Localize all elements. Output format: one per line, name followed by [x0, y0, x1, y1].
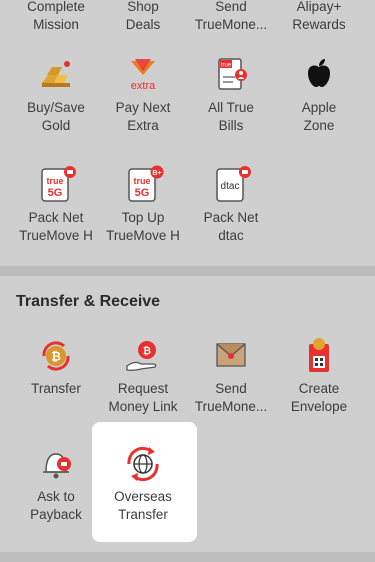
true5g-topup-icon: true 5G B+	[128, 165, 164, 202]
transfer-section-title: Transfer & Receive	[16, 293, 161, 310]
true5g-sim-text: true	[46, 176, 63, 186]
svg-text:₿: ₿	[51, 350, 61, 364]
shop-deals-item[interactable]: Shop Deals	[99, 0, 187, 34]
bottom-divider	[0, 552, 375, 562]
top-up-truemove-item[interactable]: true 5G B+ Top Up TrueMove H	[99, 165, 187, 245]
pack-net-truemove-item[interactable]: true 5G Pack Net TrueMove H	[12, 165, 100, 245]
dtac-sim-icon: dtac	[216, 166, 251, 202]
pack-net-dtac-label: Pack Net dtac	[203, 210, 259, 243]
extra-logo-text: extra	[131, 80, 156, 92]
send-truemoney-envelope-label: Send TrueMone...	[194, 381, 268, 414]
pay-next-extra-item[interactable]: extra Pay Next Extra	[99, 55, 187, 135]
request-money-link-item[interactable]: ₿ Request Money Link	[99, 336, 187, 416]
send-truemoney-item[interactable]: Send TrueMone...	[187, 0, 275, 34]
send-truemoney-envelope-item[interactable]: Send TrueMone...	[187, 336, 275, 416]
true5g-topup-text: true	[133, 176, 150, 186]
ask-to-payback-label: Ask to Payback	[30, 489, 82, 522]
create-envelope-item[interactable]: Create Envelope	[275, 336, 363, 416]
shop-deals-label: Shop Deals	[125, 0, 161, 32]
bill-icon: true	[218, 58, 247, 90]
transfer-label: Transfer	[31, 381, 81, 396]
dtac-sim-text: dtac	[221, 181, 240, 192]
coin-transfer-icon: ₿	[42, 341, 70, 371]
top-up-truemove-label: Top Up TrueMove H	[106, 210, 180, 243]
pack-net-dtac-item[interactable]: dtac Pack Net dtac	[187, 165, 275, 245]
true5g-topup-sub: 5G	[135, 187, 150, 199]
pack-net-truemove-label: Pack Net TrueMove H	[19, 210, 93, 243]
alipay-rewards-label: Alipay+ Rewards	[292, 0, 346, 32]
complete-mission-label: Complete Mission	[27, 0, 85, 32]
request-money-link-label: Request Money Link	[108, 381, 178, 414]
overseas-transfer-label: Overseas Transfer	[114, 489, 172, 522]
complete-mission-item[interactable]: Complete Mission	[12, 0, 100, 34]
buy-save-gold-item[interactable]: Buy/Save Gold	[12, 55, 100, 135]
bill-icon-text: true	[221, 63, 232, 69]
topup-badge-text: B+	[152, 170, 161, 177]
red-envelope-icon	[309, 338, 329, 372]
globe-transfer-icon	[127, 446, 159, 482]
svg-text:₿: ₿	[143, 345, 151, 357]
create-envelope-label: Create Envelope	[290, 381, 348, 414]
apple-zone-label: Apple Zone	[301, 100, 337, 133]
overseas-transfer-item[interactable]: Overseas Transfer	[99, 444, 187, 524]
apple-icon	[308, 59, 330, 87]
buy-save-gold-label: Buy/Save Gold	[27, 100, 85, 133]
apple-zone-item[interactable]: Apple Zone	[275, 55, 363, 135]
all-true-bills-label: All True Bills	[208, 100, 254, 133]
section-divider	[0, 266, 375, 276]
alipay-rewards-item[interactable]: Alipay+ Rewards	[275, 0, 363, 34]
payback-bell-icon	[43, 453, 71, 479]
extra-logo-icon: extra	[131, 59, 156, 92]
true5g-sim-icon: true 5G	[41, 166, 76, 202]
request-money-icon: ₿	[126, 341, 157, 371]
all-true-bills-item[interactable]: true All True Bills	[187, 55, 275, 135]
send-truemoney-label: Send TrueMone...	[194, 0, 268, 32]
true5g-sim-sub: 5G	[48, 187, 63, 199]
services-top-row: Complete Mission Shop Deals Send TrueMon…	[0, 0, 375, 40]
gold-bars-icon	[42, 61, 70, 87]
ask-to-payback-item[interactable]: Ask to Payback	[12, 444, 100, 524]
envelope-icon	[216, 343, 246, 367]
pay-next-extra-label: Pay Next Extra	[115, 100, 171, 133]
transfer-item[interactable]: ₿ Transfer	[12, 336, 100, 398]
